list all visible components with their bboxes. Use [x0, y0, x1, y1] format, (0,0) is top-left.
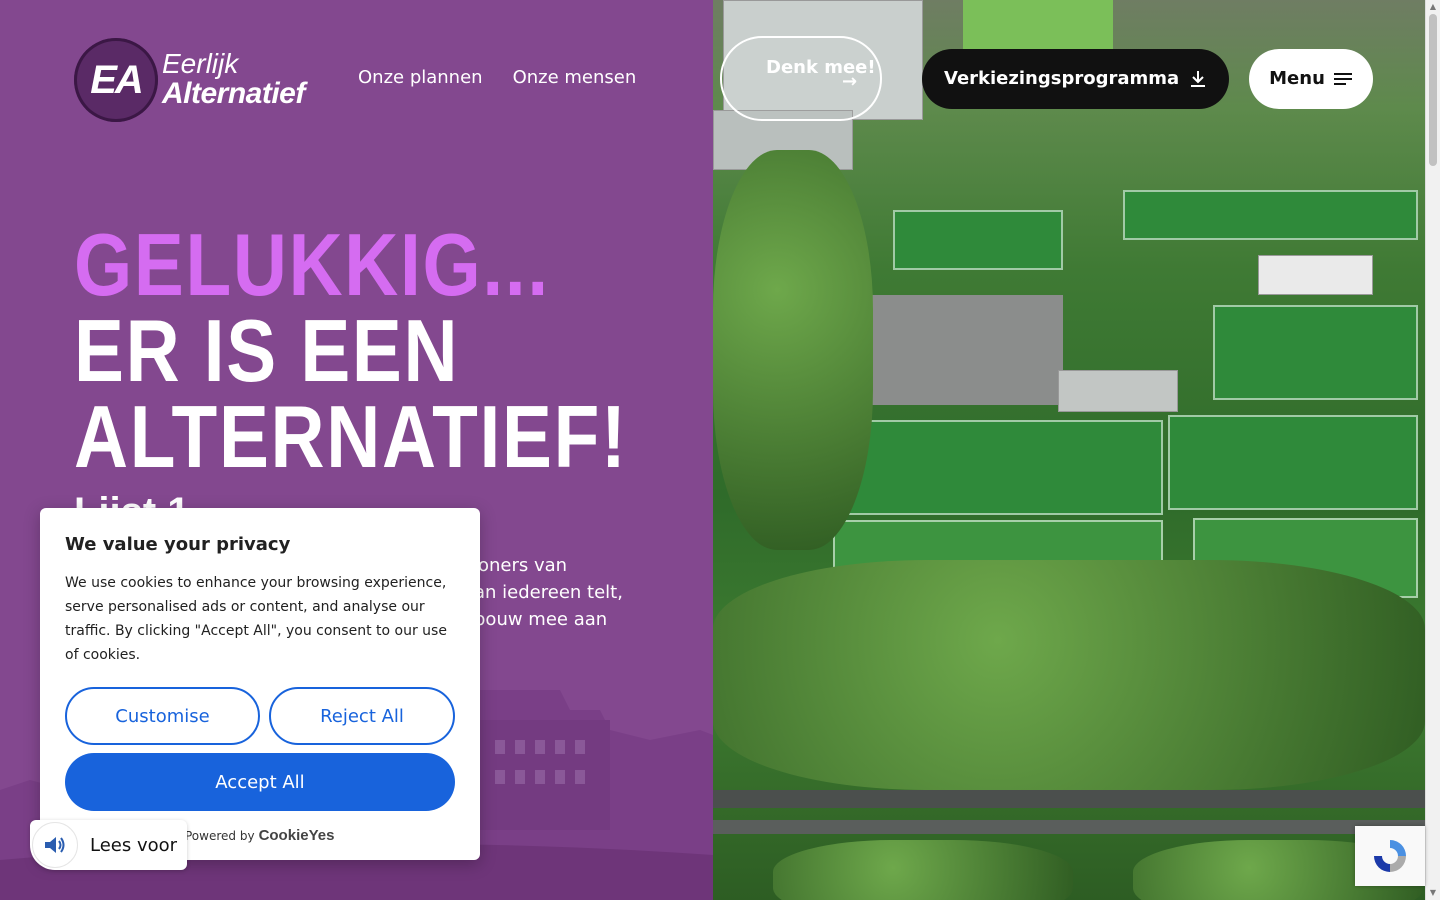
reject-all-button[interactable]: Reject All [269, 687, 455, 745]
sports-field [1213, 305, 1418, 400]
cookie-secondary-actions: Customise Reject All [65, 687, 455, 745]
road [713, 820, 1425, 834]
nav-link-onze-plannen[interactable]: Onze plannen [358, 67, 483, 88]
sports-hall [1058, 370, 1178, 412]
tree-line [713, 560, 1425, 790]
accept-all-button[interactable]: Accept All [65, 753, 455, 811]
verkiezingsprogramma-button[interactable]: Verkiezingsprogramma [922, 48, 1230, 109]
scroll-thumb[interactable] [1429, 14, 1437, 166]
powered-by: Powered by CookieYes [185, 827, 334, 844]
denk-mee-button[interactable]: Denk mee! → [720, 36, 882, 121]
scroll-up-arrow-icon[interactable]: ▲ [1428, 2, 1438, 12]
hero-aerial-photo [713, 0, 1425, 900]
cookie-body: We use cookies to enhance your browsing … [65, 575, 447, 663]
cookie-consent-dialog: We value your privacy We use cookies to … [40, 508, 480, 860]
hamburger-icon [1333, 72, 1352, 85]
recaptcha-icon [1374, 840, 1406, 872]
arrow-right-icon: → [842, 71, 858, 92]
denk-mee-label: Denk mee! [766, 57, 876, 78]
parking-lot [863, 295, 1063, 405]
hero-line-2: ER IS EEN [74, 301, 460, 400]
cookieyes-logo[interactable]: CookieYes [259, 827, 335, 844]
powered-by-prefix: Powered by [185, 828, 255, 843]
logo-line-2: Alternatief [162, 76, 305, 110]
download-icon [1191, 70, 1206, 87]
read-aloud-button[interactable]: Lees voor [30, 820, 187, 870]
sports-field [893, 210, 1063, 270]
program-label: Verkiezingsprogramma [944, 68, 1180, 89]
page-scrollbar[interactable]: ▲ ▼ [1425, 0, 1440, 900]
speaker-icon [32, 822, 78, 868]
sports-field [1123, 190, 1418, 240]
site-logo[interactable]: EA Eerlijk Alternatief [74, 38, 305, 122]
road [713, 790, 1425, 808]
primary-nav: Onze plannen Onze mensen [358, 67, 636, 88]
logo-line-1: Eerlijk [162, 48, 239, 80]
menu-label: Menu [1269, 68, 1325, 89]
logo-wordmark: Eerlijk Alternatief [162, 50, 305, 109]
logo-badge: EA [74, 38, 158, 122]
hero-line-3: ALTERNATIEF! [74, 387, 628, 486]
recaptcha-badge[interactable] [1355, 826, 1425, 886]
customise-button[interactable]: Customise [65, 687, 260, 745]
tree-cluster [713, 150, 873, 550]
scroll-down-arrow-icon[interactable]: ▼ [1428, 888, 1438, 898]
header-actions: Denk mee! → Verkiezingsprogramma Menu [720, 36, 1373, 121]
sports-field [1168, 415, 1418, 510]
nav-link-onze-mensen[interactable]: Onze mensen [513, 67, 637, 88]
read-aloud-label: Lees voor [90, 834, 178, 856]
menu-button[interactable]: Menu [1249, 48, 1373, 109]
cookie-title: We value your privacy [65, 534, 291, 555]
clubhouse [1258, 255, 1373, 295]
tree-cluster [773, 840, 1073, 900]
hero-line-1: GELUKKIG... [74, 215, 550, 314]
hero-heading: GELUKKIG... ER IS EEN ALTERNATIEF! [74, 215, 713, 486]
